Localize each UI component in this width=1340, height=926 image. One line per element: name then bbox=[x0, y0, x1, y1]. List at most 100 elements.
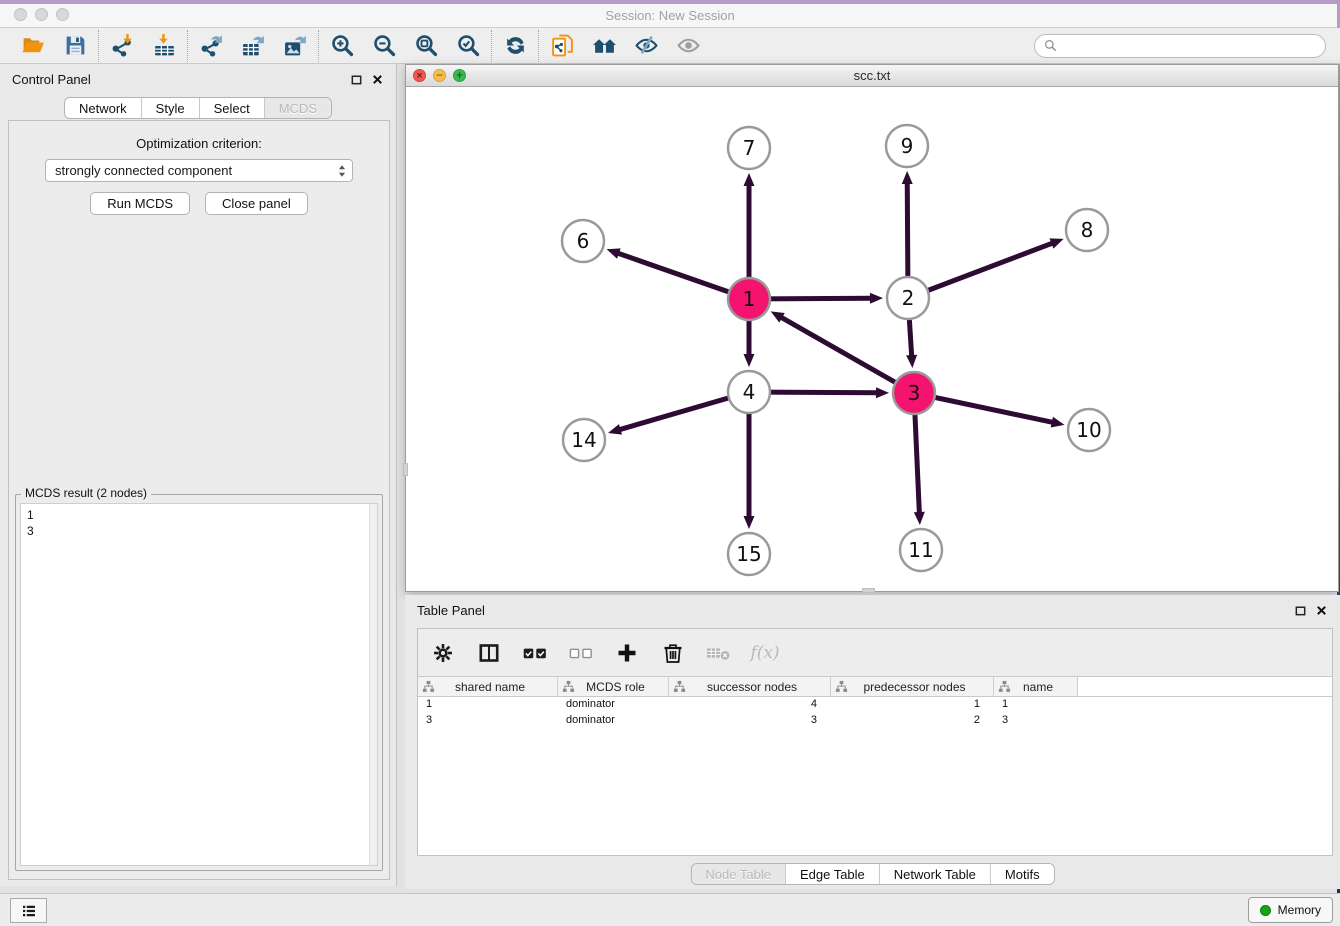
refresh-layout-button[interactable] bbox=[500, 31, 530, 61]
toggle-panel-button[interactable] bbox=[476, 640, 502, 666]
column-header-predecessor-nodes[interactable]: predecessor nodes bbox=[831, 677, 994, 696]
graph-node-14[interactable]: 14 bbox=[563, 419, 605, 461]
cell-MCDS-role[interactable]: dominator bbox=[558, 713, 669, 729]
graph-node-10[interactable]: 10 bbox=[1068, 409, 1110, 451]
column-header-name[interactable]: name bbox=[994, 677, 1078, 696]
graph-node-8[interactable]: 8 bbox=[1066, 209, 1108, 251]
network-close-icon[interactable]: × bbox=[413, 69, 426, 82]
cell-predecessor-nodes[interactable]: 1 bbox=[831, 697, 994, 713]
graph-node-7[interactable]: 7 bbox=[728, 127, 770, 169]
graph-edge-3-1[interactable] bbox=[771, 311, 914, 393]
table-row[interactable]: 1dominator411 bbox=[418, 697, 1332, 713]
graph-edge-3-10[interactable] bbox=[914, 393, 1065, 428]
graph-node-4[interactable]: 4 bbox=[728, 371, 770, 413]
open-folder-button[interactable] bbox=[18, 31, 48, 61]
close-panel-button[interactable]: Close panel bbox=[205, 192, 308, 215]
graph-edge-1-6[interactable] bbox=[607, 248, 749, 299]
cell-name[interactable]: 3 bbox=[994, 713, 1078, 729]
float-table-panel-icon[interactable] bbox=[1294, 604, 1307, 617]
zoom-selected-icon bbox=[456, 33, 481, 58]
result-scrollbar[interactable] bbox=[369, 504, 377, 865]
export-network-button[interactable] bbox=[196, 31, 226, 61]
export-network-icon bbox=[199, 33, 224, 58]
network-window-titlebar[interactable]: × − + scc.txt bbox=[406, 65, 1338, 87]
svg-text:9: 9 bbox=[901, 134, 914, 158]
add-column-icon bbox=[615, 641, 639, 665]
save-button[interactable] bbox=[60, 31, 90, 61]
import-network-button[interactable] bbox=[107, 31, 137, 61]
export-image-button[interactable] bbox=[280, 31, 310, 61]
svg-text:8: 8 bbox=[1081, 218, 1094, 242]
zoom-in-icon bbox=[330, 33, 355, 58]
table-row[interactable]: 3dominator323 bbox=[418, 713, 1332, 729]
cell-name[interactable]: 1 bbox=[994, 697, 1078, 713]
svg-text:11: 11 bbox=[908, 538, 933, 562]
graph-node-9[interactable]: 9 bbox=[886, 125, 928, 167]
criterion-select[interactable]: strongly connected component bbox=[45, 159, 353, 182]
table-tab-network-table[interactable]: Network Table bbox=[879, 864, 990, 884]
cell-predecessor-nodes[interactable]: 2 bbox=[831, 713, 994, 729]
graph-node-6[interactable]: 6 bbox=[562, 220, 604, 262]
task-history-button[interactable] bbox=[10, 898, 47, 923]
mcds-result-list[interactable]: 13 bbox=[20, 503, 378, 866]
select-all-button[interactable] bbox=[522, 640, 548, 666]
deselect-all-button[interactable] bbox=[568, 640, 594, 666]
zoom-in-button[interactable] bbox=[327, 31, 357, 61]
graph-edge-2-8[interactable] bbox=[908, 238, 1064, 298]
graph-node-3[interactable]: 3 bbox=[893, 372, 935, 414]
column-type-icon bbox=[673, 680, 686, 693]
splitter-handle-horizontal[interactable] bbox=[862, 588, 875, 593]
cell-MCDS-role[interactable]: dominator bbox=[558, 697, 669, 713]
graph-node-1[interactable]: 1 bbox=[728, 278, 770, 320]
close-panel-icon[interactable] bbox=[371, 73, 384, 86]
criterion-value: strongly connected component bbox=[55, 163, 338, 178]
refresh-layout-icon bbox=[503, 33, 528, 58]
search-input[interactable] bbox=[1062, 39, 1317, 53]
first-neighbors-button[interactable] bbox=[589, 31, 619, 61]
close-table-panel-icon[interactable] bbox=[1315, 604, 1328, 617]
cell-shared-name[interactable]: 1 bbox=[418, 697, 558, 713]
show-all-button[interactable] bbox=[673, 31, 703, 61]
gear-button[interactable] bbox=[430, 640, 456, 666]
zoom-fit-button[interactable] bbox=[411, 31, 441, 61]
table-tab-edge-table[interactable]: Edge Table bbox=[785, 864, 879, 884]
graph-node-11[interactable]: 11 bbox=[900, 529, 942, 571]
zoom-out-button[interactable] bbox=[369, 31, 399, 61]
search-box[interactable] bbox=[1034, 34, 1326, 58]
graph-node-2[interactable]: 2 bbox=[887, 277, 929, 319]
tab-select[interactable]: Select bbox=[199, 98, 264, 118]
network-maximize-icon[interactable]: + bbox=[453, 69, 466, 82]
delete-columns-button[interactable] bbox=[660, 640, 686, 666]
column-header-label: name bbox=[1013, 680, 1073, 694]
cell-successor-nodes[interactable]: 3 bbox=[669, 713, 831, 729]
import-table-button[interactable] bbox=[149, 31, 179, 61]
float-panel-icon[interactable] bbox=[350, 73, 363, 86]
splitter-handle-vertical[interactable] bbox=[403, 463, 408, 476]
cell-shared-name[interactable]: 3 bbox=[418, 713, 558, 729]
attribute-table[interactable]: shared name MCDS role successor nodes prede… bbox=[418, 676, 1332, 855]
column-header-successor-nodes[interactable]: successor nodes bbox=[669, 677, 831, 696]
memory-button[interactable]: Memory bbox=[1248, 897, 1333, 923]
add-column-button[interactable] bbox=[614, 640, 640, 666]
network-canvas[interactable]: 1 2 3 4 6 7 8 9 10 11 14 15 bbox=[406, 88, 1338, 591]
tab-style[interactable]: Style bbox=[141, 98, 199, 118]
clone-network-button[interactable] bbox=[547, 31, 577, 61]
tab-mcds[interactable]: MCDS bbox=[264, 98, 331, 118]
column-header-MCDS-role[interactable]: MCDS role bbox=[558, 677, 669, 696]
zoom-selected-button[interactable] bbox=[453, 31, 483, 61]
table-tab-motifs[interactable]: Motifs bbox=[990, 864, 1054, 884]
graph-node-15[interactable]: 15 bbox=[728, 533, 770, 575]
hide-selected-button[interactable] bbox=[631, 31, 661, 61]
tab-network[interactable]: Network bbox=[65, 98, 141, 118]
network-minimize-icon[interactable]: − bbox=[433, 69, 446, 82]
save-icon bbox=[63, 33, 88, 58]
export-table-button[interactable] bbox=[238, 31, 268, 61]
column-header-label: shared name bbox=[437, 680, 553, 694]
column-header-shared-name[interactable]: shared name bbox=[418, 677, 558, 696]
table-tab-node-table[interactable]: Node Table bbox=[691, 864, 785, 884]
cell-successor-nodes[interactable]: 4 bbox=[669, 697, 831, 713]
toggle-panel-icon bbox=[477, 641, 501, 665]
column-header-label: successor nodes bbox=[688, 680, 826, 694]
svg-text:2: 2 bbox=[902, 286, 915, 310]
run-mcds-button[interactable]: Run MCDS bbox=[90, 192, 190, 215]
